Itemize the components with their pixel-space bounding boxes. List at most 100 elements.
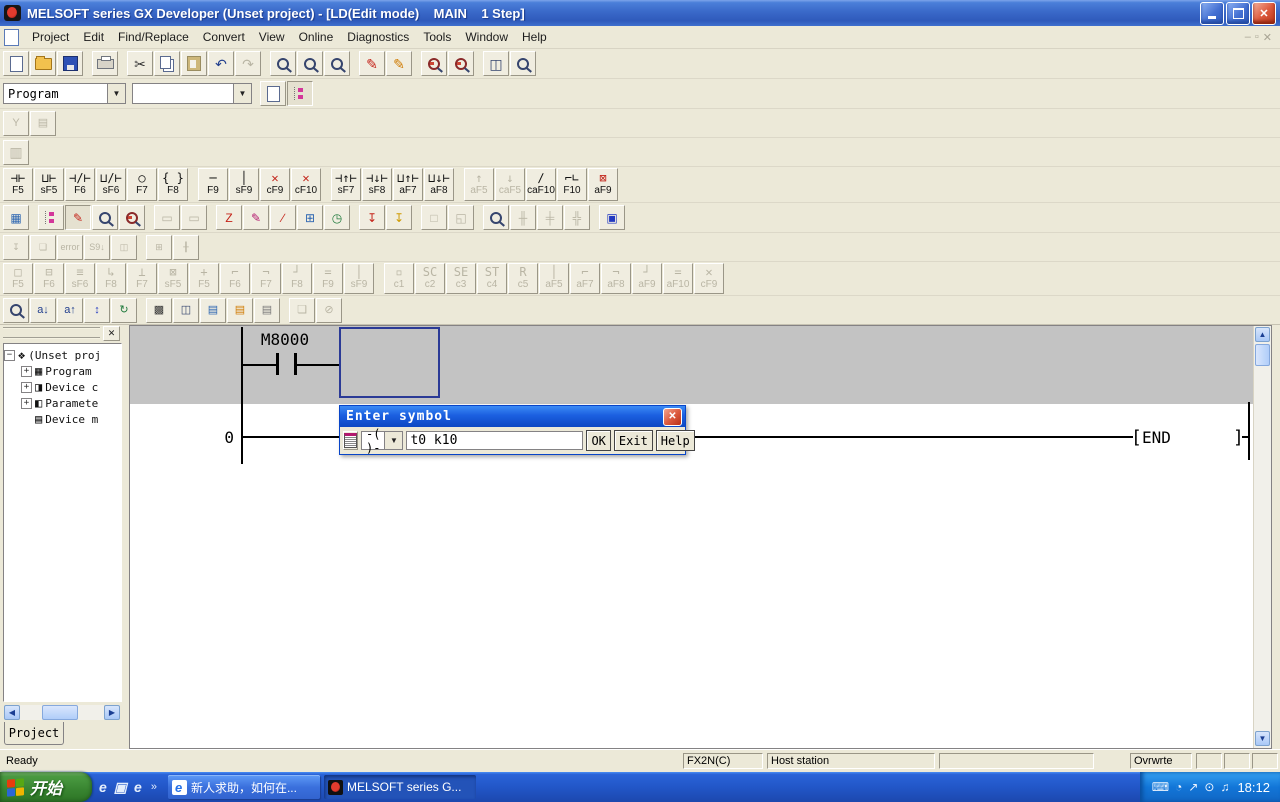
scroll-down-icon[interactable]: ▼	[1255, 731, 1270, 746]
mouse-tray-icon[interactable]: ⊙	[1204, 781, 1214, 793]
mdi-minimize-button[interactable]: –	[1245, 31, 1251, 44]
dialog-close-button[interactable]: ✕	[663, 408, 682, 426]
delete-horizontal-line-button[interactable]: ✕cF9	[260, 168, 290, 201]
find-next-up-button[interactable]: a↑	[57, 298, 83, 323]
quick-launch-overflow-icon[interactable]: »	[151, 781, 157, 793]
chevron-down-icon[interactable]: ▼	[233, 84, 251, 103]
write-mode-search-button[interactable]	[119, 205, 145, 230]
list-insert-button[interactable]: ▤	[200, 298, 226, 323]
device-test-button[interactable]: Z	[216, 205, 242, 230]
list-clear-button[interactable]: ▤	[254, 298, 280, 323]
project-data-list-button[interactable]	[287, 81, 313, 106]
line-statement-jump-button[interactable]: ↕	[84, 298, 110, 323]
find-device-button[interactable]	[270, 51, 296, 76]
find-next-down-button[interactable]: a↓	[30, 298, 56, 323]
coil-button[interactable]: ○F7	[127, 168, 157, 201]
mail-quicklaunch-icon[interactable]: e	[134, 780, 142, 794]
invert-operation-result-button[interactable]: ∕caF10	[526, 168, 556, 201]
pointer-tray-icon[interactable]: ↗	[1188, 781, 1198, 793]
tree-expander-icon[interactable]: −	[4, 350, 15, 361]
vscroll-thumb[interactable]	[1255, 344, 1270, 366]
delete-vertical-line-button[interactable]: ✕cF10	[291, 168, 321, 201]
chevron-down-icon[interactable]: ▼	[107, 84, 125, 103]
closed-branch-button[interactable]: ⊔/⊢sF6	[96, 168, 126, 201]
closed-contact-button[interactable]: ⊣/⊢F6	[65, 168, 95, 201]
ie-quicklaunch-icon[interactable]: e	[99, 780, 107, 794]
desktop-quicklaunch-icon[interactable]: ▣	[114, 780, 127, 794]
task-button-melsoft[interactable]: MELSOFT series G...	[324, 775, 476, 799]
volume-tray-icon[interactable]: ♫	[1220, 781, 1229, 793]
change-window-type-button[interactable]	[260, 81, 286, 106]
device-select[interactable]: ▼	[132, 83, 252, 104]
panel-splitter[interactable]	[122, 325, 129, 749]
horizontal-line-button[interactable]: ─F9	[198, 168, 228, 201]
print-button[interactable]	[92, 51, 118, 76]
find-button[interactable]	[3, 298, 29, 323]
save-project-button[interactable]	[57, 51, 83, 76]
ladder-editor[interactable]: M8000 0 [ END ] Enter symbol ✕ -( )- ▼	[129, 325, 1272, 749]
cross-reference-button[interactable]	[483, 205, 509, 230]
convert-line-button[interactable]: ⌐∟F10	[557, 168, 587, 201]
open-branch-button[interactable]: ⊔⊢sF5	[34, 168, 64, 201]
cross-reference-list-button[interactable]: ↻	[111, 298, 137, 323]
symbol-helper-button[interactable]	[343, 431, 358, 450]
tree-item-device-memory[interactable]: ▤ Device m	[4, 411, 121, 427]
cut-button[interactable]: ✂	[127, 51, 153, 76]
menu-item[interactable]: Project	[25, 27, 76, 47]
window-split-button[interactable]: ◫	[483, 51, 509, 76]
minimize-button[interactable]	[1200, 2, 1224, 25]
circuit-search-button[interactable]	[510, 51, 536, 76]
tree-expander-icon[interactable]: +	[21, 366, 32, 377]
panel-grip[interactable]	[3, 327, 100, 339]
menu-item[interactable]: Diagnostics	[340, 27, 416, 47]
ok-button[interactable]: OK	[586, 430, 610, 451]
tree-item-parameter[interactable]: + ◧ Paramete	[4, 395, 121, 411]
chevron-down-icon[interactable]: ▼	[384, 432, 402, 449]
hscroll-track[interactable]	[20, 705, 104, 720]
read-from-plc-button[interactable]: ↧	[386, 205, 412, 230]
editor-vscrollbar[interactable]: ▲ ▼	[1253, 326, 1271, 748]
edit-cursor-cell[interactable]	[339, 327, 440, 398]
vertical-line-button[interactable]: │sF9	[229, 168, 259, 201]
symbol-type-select[interactable]: -( )- ▼	[361, 431, 403, 450]
rising-pulse-button[interactable]: ⊣↑⊢sF7	[331, 168, 361, 201]
project-tree-toggle-button[interactable]	[38, 205, 64, 230]
scroll-left-icon[interactable]: ◀	[4, 705, 20, 720]
entry-data-monitor-button[interactable]: ▣	[599, 205, 625, 230]
online-change-button[interactable]: ✎	[243, 205, 269, 230]
hscroll-thumb[interactable]	[42, 705, 78, 720]
panel-close-button[interactable]: ✕	[103, 326, 120, 341]
stacked-windows-button[interactable]: ◫	[173, 298, 199, 323]
dialog-title-bar[interactable]: Enter symbol ✕	[340, 406, 685, 427]
open-project-button[interactable]	[30, 51, 56, 76]
menu-item[interactable]: View	[252, 27, 292, 47]
write-to-plc-button[interactable]: ↧	[359, 205, 385, 230]
tree-root-unset-project[interactable]: − ❖ (Unset proj	[4, 347, 121, 363]
device-comment-write-button[interactable]: ✎	[386, 51, 412, 76]
falling-pulse-branch-button[interactable]: ⊔↓⊢aF8	[424, 168, 454, 201]
find-instruction-button[interactable]	[297, 51, 323, 76]
mdi-restore-button[interactable]: ▫	[1255, 31, 1259, 44]
task-button-browser[interactable]: 新人求助，如何在...	[168, 775, 320, 799]
comment-edit-button[interactable]: ✎	[65, 205, 91, 230]
symbol-input[interactable]	[406, 431, 583, 450]
application-instruction-button[interactable]: { }F8	[158, 168, 188, 201]
list-delete-button[interactable]: ▤	[227, 298, 253, 323]
restore-button[interactable]	[1226, 2, 1250, 25]
partial-execution-button[interactable]: ∕	[270, 205, 296, 230]
zoom-monitor-stop-button[interactable]	[448, 51, 474, 76]
program-verify-button[interactable]: ⊞	[297, 205, 323, 230]
tree-expander-icon[interactable]: +	[21, 398, 32, 409]
menu-item[interactable]: Window	[458, 27, 515, 47]
rising-pulse-branch-button[interactable]: ⊔↑⊢aF7	[393, 168, 423, 201]
copy-button[interactable]	[154, 51, 180, 76]
scroll-right-icon[interactable]: ▶	[104, 705, 120, 720]
open-contact-button[interactable]: ⊣⊢F5	[3, 168, 33, 201]
start-button[interactable]: 开始	[0, 772, 92, 802]
menu-item[interactable]: Find/Replace	[111, 27, 196, 47]
close-button[interactable]: ✕	[1252, 2, 1276, 25]
tree-item-program[interactable]: + ▦ Program	[4, 363, 121, 379]
help-button[interactable]: Help	[656, 430, 695, 451]
mdi-close-button[interactable]: ✕	[1263, 31, 1272, 44]
tree-expander-icon[interactable]: +	[21, 382, 32, 393]
